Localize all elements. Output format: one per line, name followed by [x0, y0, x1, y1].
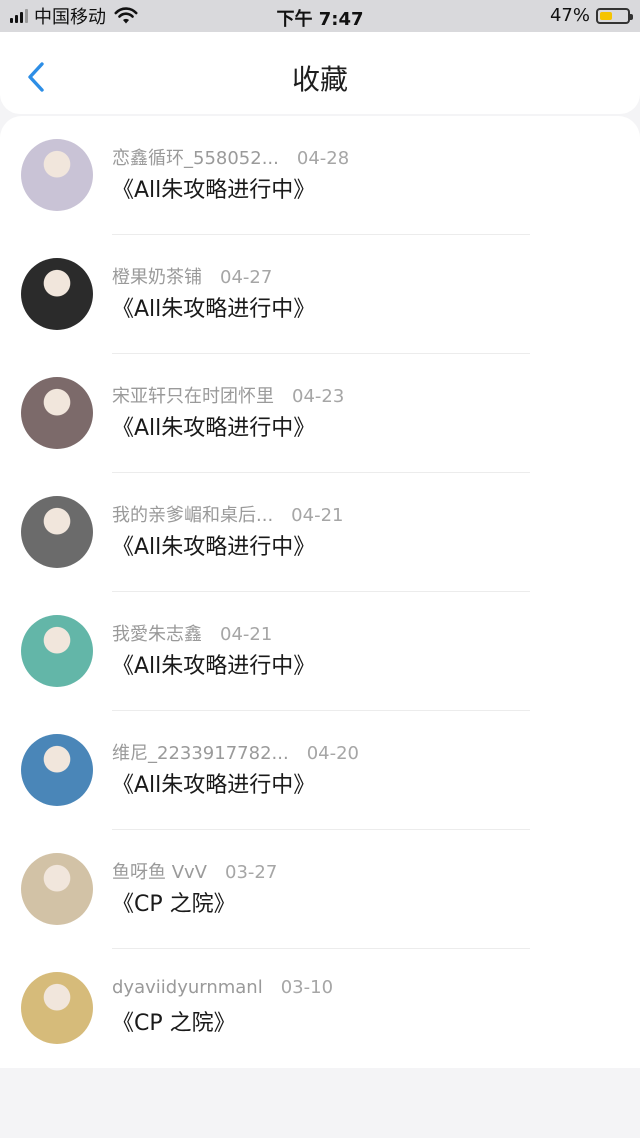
date: 04-27 [220, 267, 273, 288]
user-avatar[interactable] [21, 853, 93, 925]
username[interactable]: 橙果奶茶铺 [112, 267, 202, 288]
favorite-item[interactable]: 恋鑫循环_558052... 04-28 《All朱攻略进行中》 [0, 116, 640, 235]
date: 04-21 [291, 505, 344, 526]
username[interactable]: 宋亚轩只在时团怀里 [112, 386, 274, 407]
favorites-list: 恋鑫循环_558052... 04-28 《All朱攻略进行中》 橙果奶茶铺 04-27… [0, 116, 640, 1068]
favorite-title[interactable]: 《All朱攻略进行中》 [112, 172, 315, 204]
item-meta: 维尼_2233917782... 04-20 [112, 739, 359, 765]
date: 04-28 [296, 148, 350, 169]
date: 04-20 [306, 743, 359, 764]
date: 04-23 [292, 386, 345, 407]
user-avatar[interactable] [21, 734, 93, 806]
favorite-title[interactable]: 《All朱攻略进行中》 [112, 767, 315, 799]
item-meta: 我的亲爹嵋和桌后... 04-21 [112, 501, 343, 527]
favorite-title[interactable]: 《All朱攻略进行中》 [112, 529, 315, 561]
user-avatar[interactable] [21, 377, 93, 449]
item-meta: 宋亚轩只在时团怀里 04-23 [112, 382, 344, 408]
favorite-title[interactable]: 《All朱攻略进行中》 [112, 291, 315, 323]
battery-icon [596, 7, 633, 24]
navigation-bar: 收藏 [0, 32, 640, 114]
favorite-item[interactable]: dyaviidyurnmanl 03-10 《CP 之院》 [0, 949, 640, 1068]
username[interactable]: dyaviidyurnmanl [112, 977, 263, 998]
user-avatar[interactable] [21, 258, 93, 330]
user-avatar[interactable] [21, 615, 93, 687]
favorite-title[interactable]: 《CP 之院》 [112, 886, 236, 918]
date: 03-10 [280, 977, 334, 998]
date: 03-27 [225, 862, 278, 883]
favorite-item[interactable]: 宋亚轩只在时团怀里 04-23 《All朱攻略进行中》 [0, 354, 640, 473]
item-meta: 我愛朱志鑫 04-21 [112, 620, 272, 646]
username[interactable]: 恋鑫循环_558052... [112, 148, 279, 169]
favorite-title[interactable]: 《All朱攻略进行中》 [112, 648, 315, 680]
page-title: 收藏 [291, 63, 348, 96]
battery-level-fill [600, 11, 612, 20]
user-avatar[interactable] [21, 496, 93, 568]
status-time: 下午 7:47 [276, 9, 364, 30]
status-bar: 中国移动 下午 7:47 47% [0, 0, 640, 32]
username[interactable]: 维尼_2233917782... [112, 743, 289, 764]
item-meta: 鱼呀鱼 VvV 03-27 [112, 858, 277, 884]
battery-percent: 47% [549, 5, 590, 26]
item-meta: dyaviidyurnmanl 03-10 [112, 977, 333, 998]
favorite-item[interactable]: 橙果奶茶铺 04-27 《All朱攻略进行中》 [0, 235, 640, 354]
username[interactable]: 鱼呀鱼 VvV [112, 862, 207, 883]
favorite-item[interactable]: 我愛朱志鑫 04-21 《All朱攻略进行中》 [0, 592, 640, 711]
favorite-item[interactable]: 鱼呀鱼 VvV 03-27 《CP 之院》 [0, 830, 640, 949]
item-meta: 橙果奶茶铺 04-27 [112, 263, 272, 289]
user-avatar[interactable] [21, 139, 93, 211]
user-avatar[interactable] [21, 972, 93, 1044]
username[interactable]: 我愛朱志鑫 [112, 624, 202, 645]
favorite-item[interactable]: 维尼_2233917782... 04-20 《All朱攻略进行中》 [0, 711, 640, 830]
date: 04-21 [220, 624, 273, 645]
favorite-item[interactable]: 我的亲爹嵋和桌后... 04-21 《All朱攻略进行中》 [0, 473, 640, 592]
username[interactable]: 我的亲爹嵋和桌后... [112, 505, 273, 526]
favorite-title[interactable]: 《All朱攻略进行中》 [112, 410, 315, 442]
item-meta: 恋鑫循环_558052... 04-28 [112, 144, 349, 170]
favorite-title[interactable]: 《CP 之院》 [112, 1005, 236, 1037]
status-right: 47% [549, 5, 633, 26]
